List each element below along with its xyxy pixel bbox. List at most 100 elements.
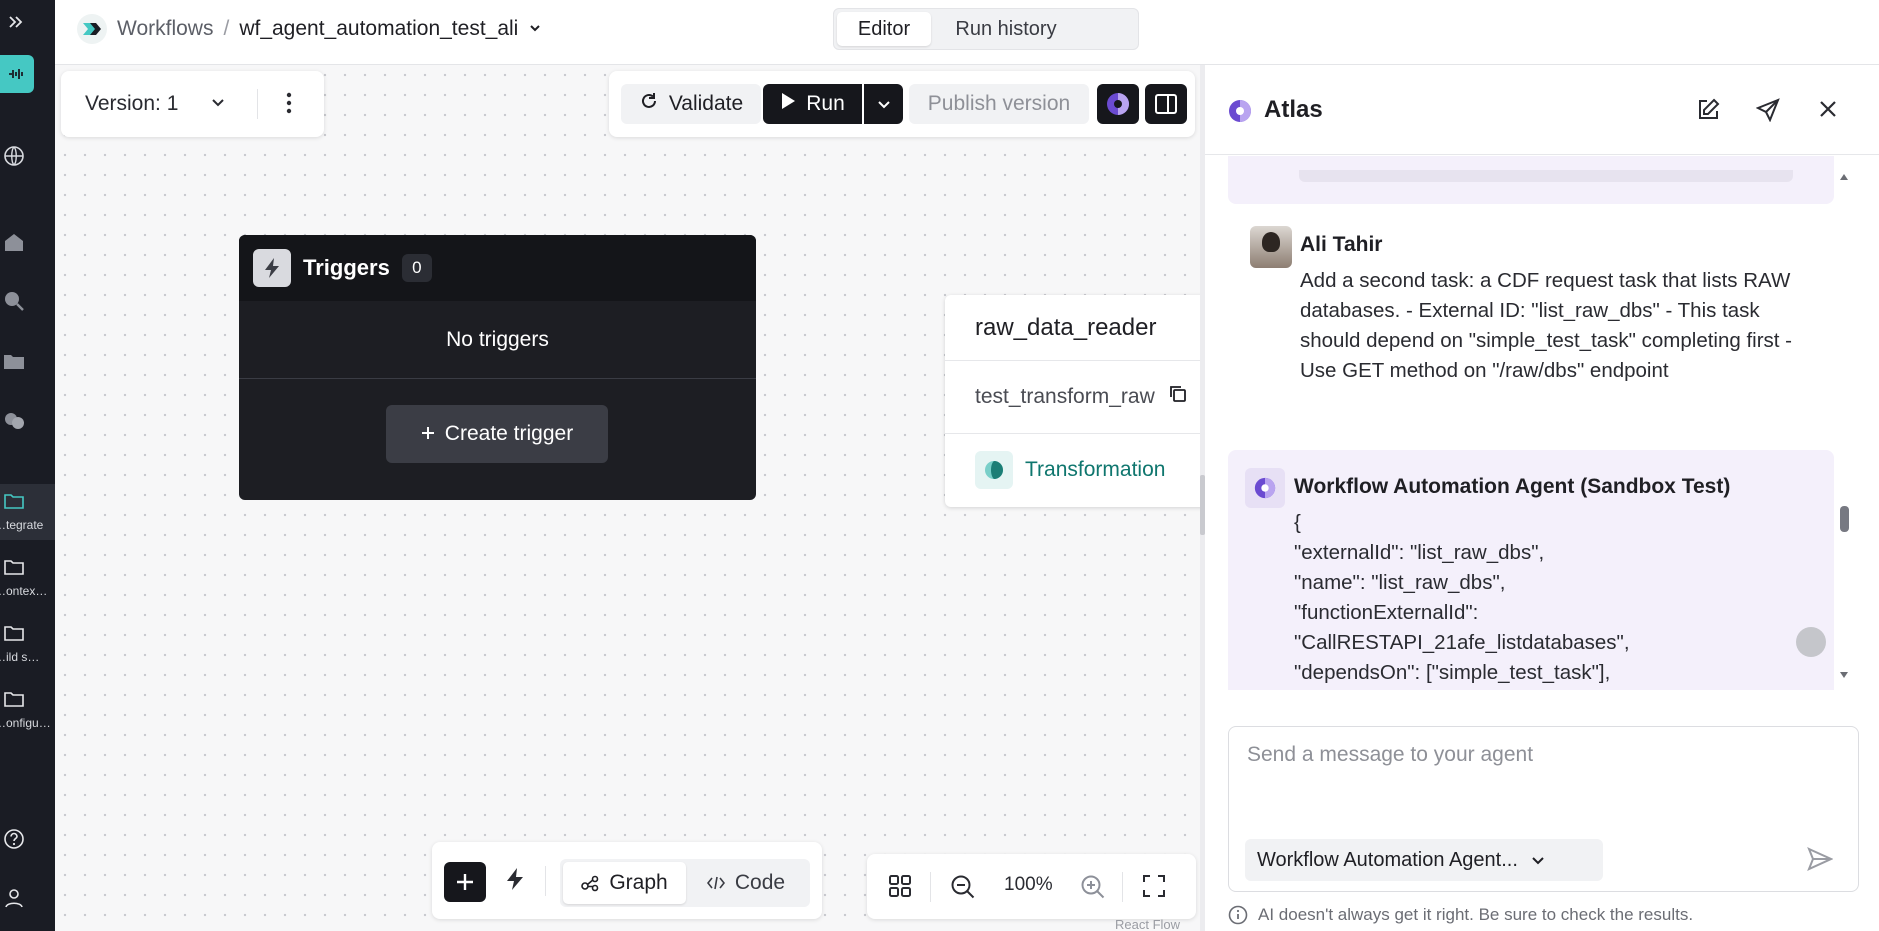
scroll-to-bottom-button[interactable] — [1796, 627, 1826, 657]
code-line: "functionExternalId": — [1294, 601, 1479, 624]
no-triggers-text: No triggers — [239, 301, 756, 379]
task-node[interactable]: raw_data_reader test_transform_raw Trans… — [945, 295, 1200, 507]
breadcrumb-workflows-link[interactable]: Workflows — [117, 17, 213, 41]
code-line: "name": "list_raw_dbs", — [1294, 571, 1506, 594]
globe-icon[interactable] — [0, 142, 28, 170]
graph-code-switcher: Graph Code — [560, 859, 810, 907]
workflows-logo-icon — [77, 14, 107, 44]
task-node-type-label: Transformation — [1025, 458, 1166, 481]
contextualize-folder-icon[interactable] — [0, 553, 28, 581]
user-message-text: Add a second task: a CDF request task th… — [1300, 269, 1793, 382]
code-view-button[interactable]: Code — [686, 862, 806, 904]
code-label: Code — [734, 871, 786, 894]
agent-message-code: {"externalId": "list_raw_dbs", "name": "l… — [1294, 508, 1630, 688]
triggers-header: Triggers 0 — [239, 235, 756, 301]
tab-run-history[interactable]: Run history — [931, 12, 1081, 46]
search-icon[interactable] — [0, 287, 28, 315]
home-icon[interactable] — [0, 228, 28, 256]
view-switcher: Editor Run history — [833, 8, 1139, 50]
code-icon — [706, 876, 725, 890]
nav-item-contextualize-label[interactable]: …ontex… — [0, 584, 47, 598]
chat-scrollbar[interactable] — [1839, 156, 1849, 690]
build-folder-icon[interactable] — [0, 619, 28, 647]
validate-button[interactable]: Validate — [621, 84, 761, 124]
agent-avatar-icon — [1245, 468, 1285, 508]
send-icon[interactable] — [1807, 847, 1834, 876]
version-selector: Version: 1 — [61, 71, 324, 137]
atlas-panel: Atlas Ali Tahir Add a second task: a CDF… — [1205, 65, 1879, 931]
graph-label: Graph — [609, 871, 668, 894]
side-panel-toggle-button[interactable] — [1145, 84, 1187, 124]
panel-icon — [1155, 94, 1177, 114]
user-icon[interactable] — [0, 884, 28, 912]
folder-icon[interactable] — [0, 347, 28, 375]
agent-select[interactable]: Workflow Automation Agent... — [1245, 839, 1603, 881]
help-icon[interactable] — [0, 825, 28, 853]
breadcrumb-separator: / — [223, 17, 230, 40]
code-line: { — [1294, 511, 1301, 534]
divider — [257, 89, 258, 119]
transformation-icon — [975, 451, 1013, 489]
app-logo-icon[interactable] — [0, 55, 34, 93]
add-node-button[interactable] — [444, 862, 486, 902]
task-node-name: raw_data_reader — [945, 295, 1200, 361]
scroll-down-icon[interactable] — [1839, 666, 1849, 684]
validate-label: Validate — [668, 92, 744, 115]
scroll-up-icon[interactable] — [1839, 168, 1849, 186]
user-message-author: Ali Tahir — [1300, 233, 1383, 256]
message-input-placeholder[interactable]: Send a message to your agent — [1247, 743, 1533, 767]
nav-item-configure-label[interactable]: …onfigu… — [0, 716, 51, 730]
create-trigger-label: Create trigger — [444, 422, 574, 445]
atlas-toggle-button[interactable] — [1097, 84, 1139, 124]
expand-nav-icon[interactable] — [2, 8, 30, 36]
atlas-logo-icon — [1227, 98, 1253, 129]
react-flow-attribution[interactable]: React Flow — [1115, 917, 1180, 931]
chevron-down-icon — [1532, 857, 1544, 865]
zoom-in-icon[interactable] — [1080, 874, 1106, 905]
create-trigger-button[interactable]: Create trigger — [386, 405, 608, 463]
tab-editor[interactable]: Editor — [837, 12, 931, 46]
add-trigger-lightning-icon[interactable] — [504, 867, 526, 896]
atlas-icon — [1107, 93, 1129, 115]
zoom-out-icon[interactable] — [950, 874, 976, 905]
more-options-icon[interactable] — [286, 91, 292, 120]
disclaimer-text: AI doesn't always get it right. Be sure … — [1258, 905, 1694, 924]
task-node-external-id: test_transform_raw — [975, 385, 1155, 408]
scrollbar-thumb[interactable] — [1840, 506, 1849, 532]
nav-item-integrate-label[interactable]: …tegrate — [0, 518, 43, 532]
graph-icon — [581, 875, 599, 892]
send-feedback-icon[interactable] — [1755, 98, 1780, 127]
chat-messages[interactable]: Ali Tahir Add a second task: a CDF reque… — [1205, 156, 1879, 690]
integrate-folder-icon[interactable] — [0, 487, 28, 515]
divider — [1122, 872, 1123, 902]
publish-version-button[interactable]: Publish version — [909, 84, 1089, 124]
chevron-down-icon[interactable] — [528, 17, 542, 41]
copy-icon[interactable] — [1169, 385, 1187, 409]
workflow-canvas[interactable]: Version: 1 Validate Run Publish version — [55, 65, 1200, 931]
atlas-header: Atlas — [1205, 65, 1879, 155]
fullscreen-icon[interactable] — [1142, 874, 1166, 903]
data-icon[interactable] — [0, 407, 28, 435]
previous-message — [1228, 156, 1834, 204]
workflow-name[interactable]: wf_agent_automation_test_ali — [239, 17, 518, 41]
run-options-button[interactable] — [864, 84, 903, 124]
agent-message-author: Workflow Automation Agent (Sandbox Test) — [1294, 475, 1731, 498]
triggers-node[interactable]: Triggers 0 No triggers Create trigger — [239, 235, 756, 500]
ai-disclaimer: AI doesn't always get it right. Be sure … — [1228, 905, 1693, 925]
top-bar: Workflows / wf_agent_automation_test_ali… — [55, 0, 1879, 65]
workflow-actions: Validate Run Publish version — [609, 71, 1195, 137]
run-button[interactable]: Run — [763, 84, 862, 124]
grid-layout-icon[interactable] — [888, 874, 912, 903]
info-icon — [1228, 905, 1248, 925]
version-label[interactable]: Version: 1 — [85, 92, 178, 116]
version-chevron-down-icon[interactable] — [209, 93, 227, 116]
plus-icon — [457, 874, 473, 890]
task-node-type: Transformation — [945, 434, 1200, 506]
new-chat-edit-icon[interactable] — [1696, 98, 1720, 127]
nav-item-build-label[interactable]: …ild s… — [0, 650, 39, 664]
canvas-bottom-toolbar: Graph Code — [432, 842, 822, 919]
configure-folder-icon[interactable] — [0, 685, 28, 713]
message-composer[interactable]: Send a message to your agent Workflow Au… — [1228, 726, 1859, 892]
graph-view-button[interactable]: Graph — [563, 862, 686, 904]
close-icon[interactable] — [1817, 98, 1839, 125]
